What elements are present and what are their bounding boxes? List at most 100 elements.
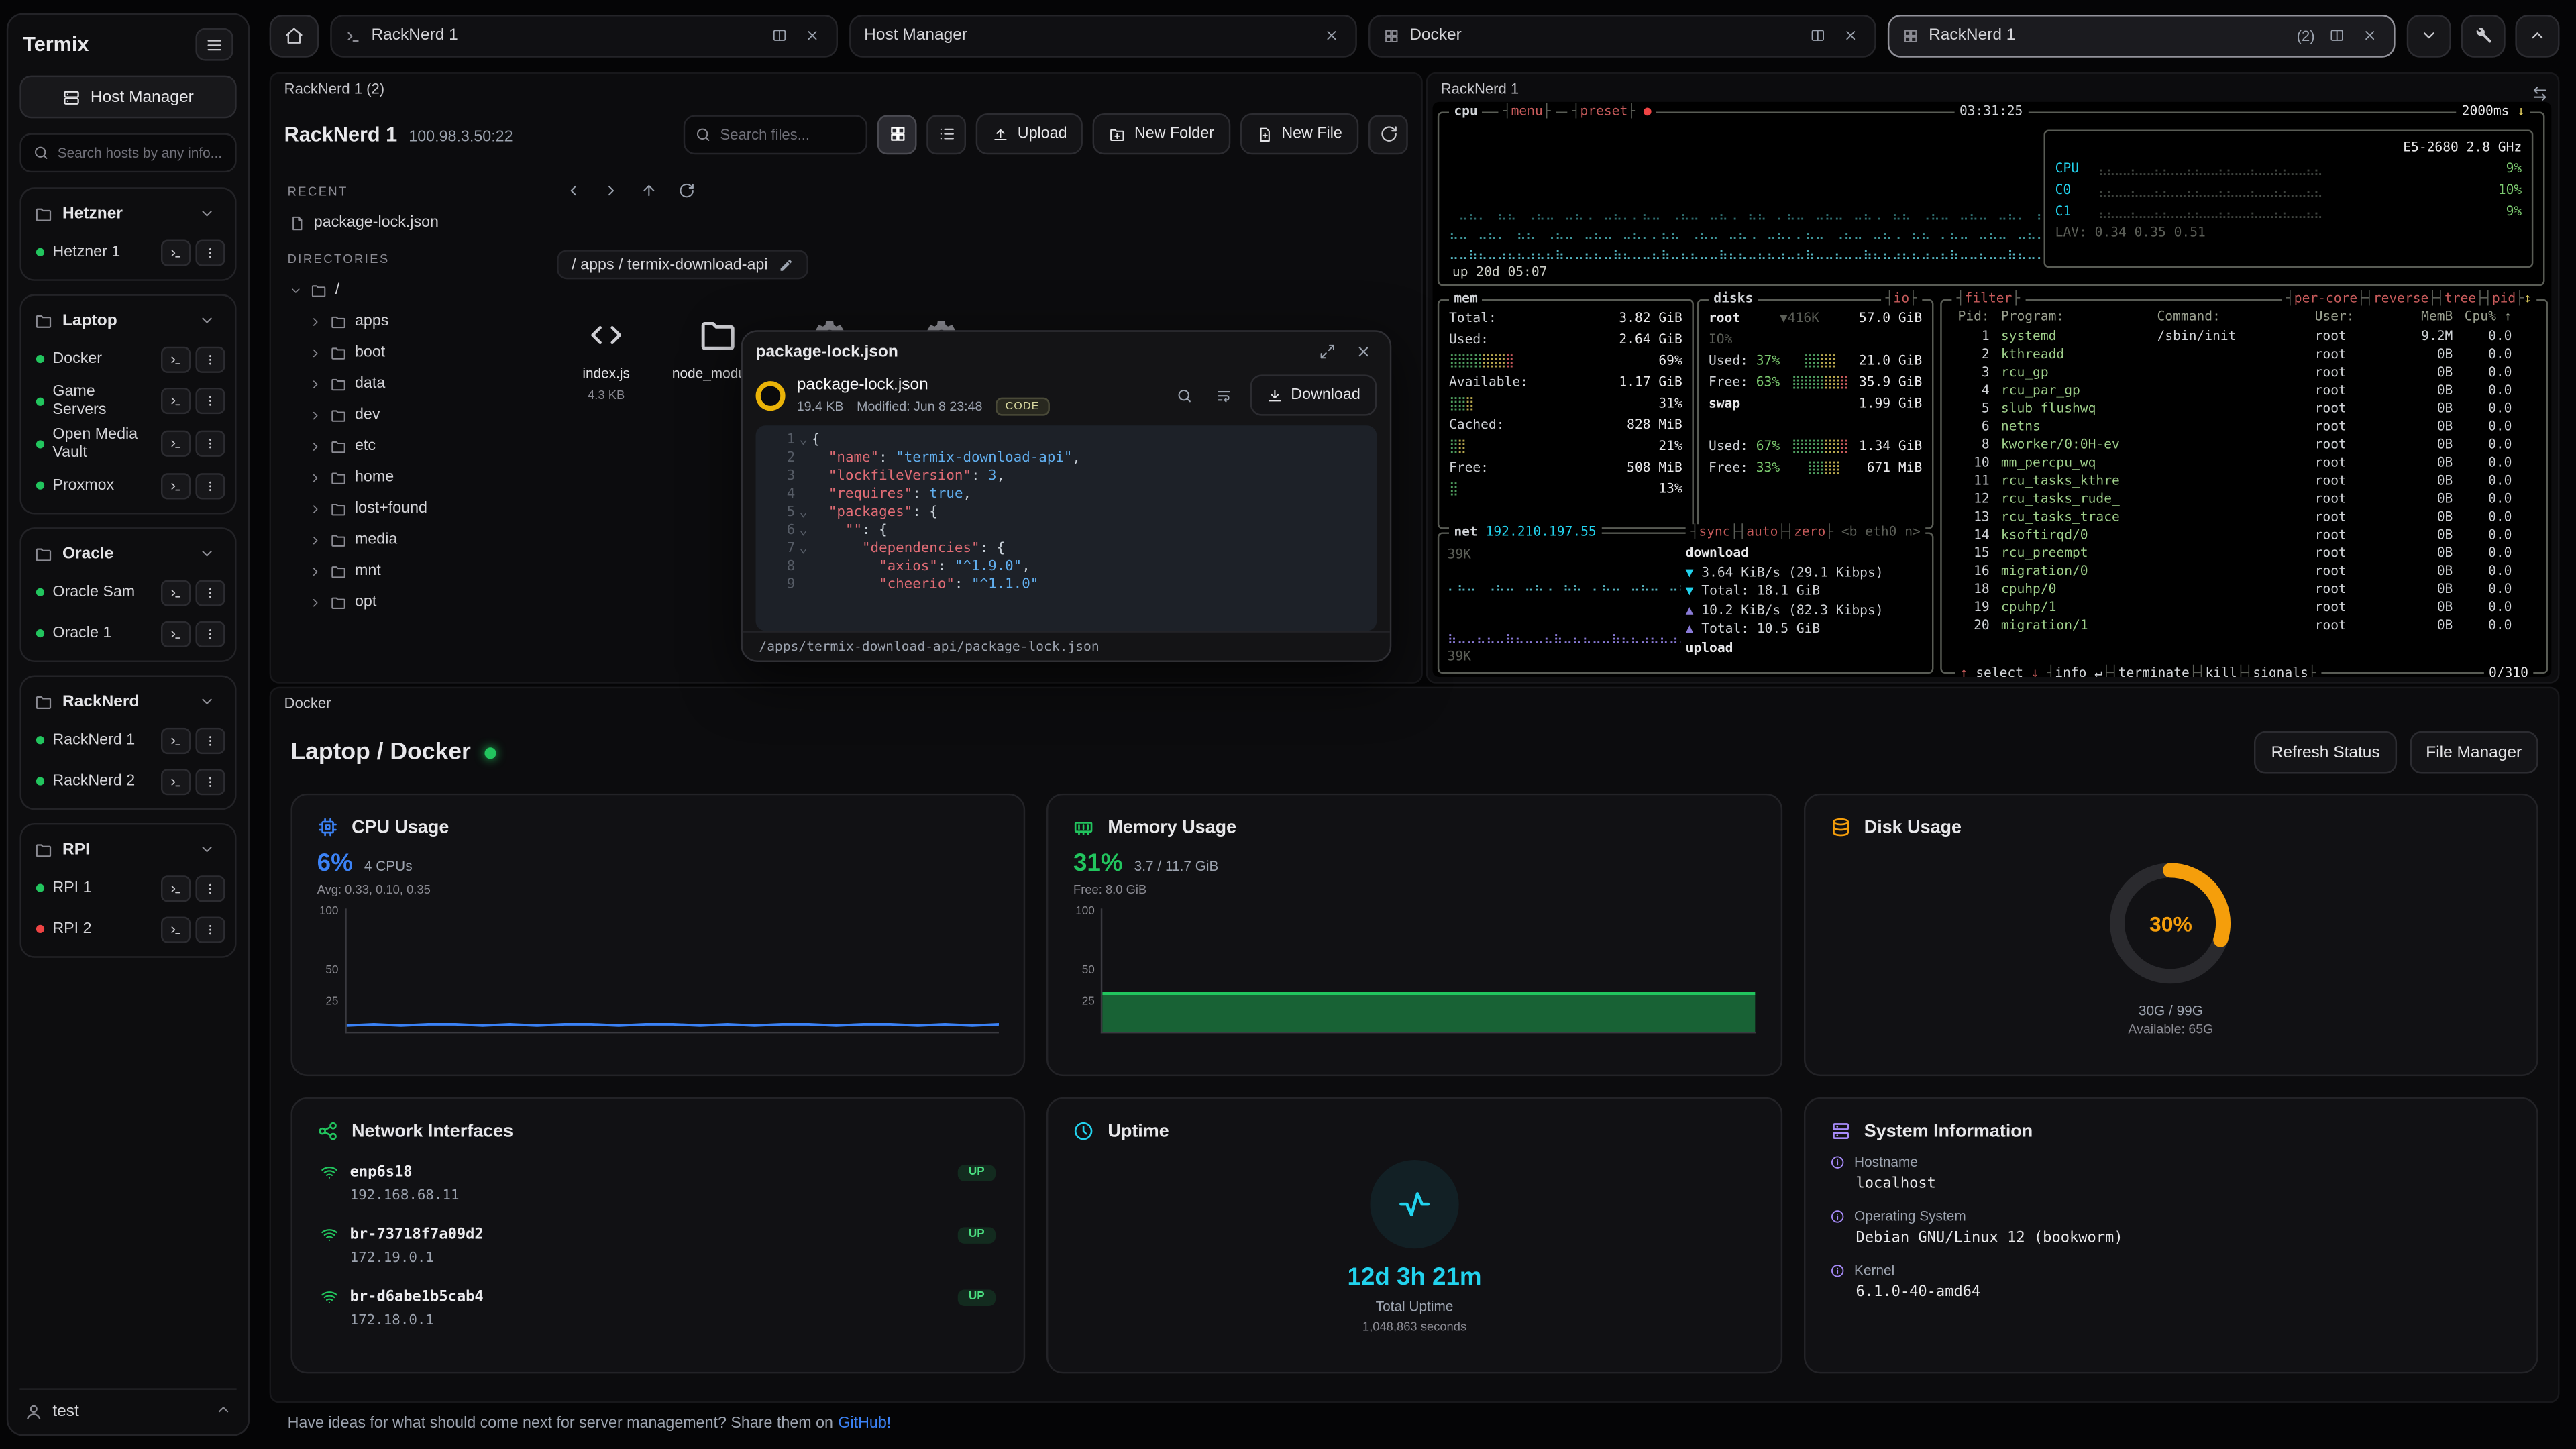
upload-button[interactable]: Upload [977, 113, 1083, 154]
file-search-input[interactable] [720, 125, 857, 142]
host-terminal-button[interactable] [161, 916, 191, 942]
list-view-button[interactable] [927, 114, 967, 154]
fm-refresh-button[interactable] [1368, 114, 1408, 154]
group-collapse-button[interactable] [193, 837, 222, 863]
host-search-input[interactable] [58, 145, 223, 161]
tree-item-dev[interactable]: dev [284, 399, 541, 431]
nav-forward-button[interactable] [595, 174, 628, 207]
group-header[interactable]: Oracle [28, 535, 229, 572]
tree-item-apps[interactable]: apps [284, 306, 541, 337]
group-collapse-button[interactable] [193, 541, 222, 567]
refresh-status-button[interactable]: Refresh Status [2255, 731, 2396, 774]
group-collapse-button[interactable] [193, 307, 222, 333]
host-item-rpi-2[interactable]: RPI 2 [28, 908, 229, 949]
tree-item-mnt[interactable]: mnt [284, 555, 541, 587]
host-terminal-button[interactable] [161, 620, 191, 646]
host-item-docker[interactable]: Docker [28, 338, 229, 379]
tab-racknerd-1[interactable]: RackNerd 1 (2) [1888, 14, 2396, 57]
tree-item-lost+found[interactable]: lost+found [284, 493, 541, 525]
group-header[interactable]: Hetzner [28, 195, 229, 231]
host-menu-button[interactable] [195, 727, 225, 753]
host-item-hetzner-1[interactable]: Hetzner 1 [28, 231, 229, 272]
split-view-button[interactable] [767, 24, 790, 47]
group-header[interactable]: RPI [28, 831, 229, 867]
tree-item-boot[interactable]: boot [284, 337, 541, 368]
tab-host-manager[interactable]: Host Manager [849, 14, 1357, 57]
host-menu-button[interactable] [195, 768, 225, 794]
tree-item-etc[interactable]: etc [284, 431, 541, 462]
group-collapse-button[interactable] [193, 201, 222, 227]
host-item-proxmox[interactable]: Proxmox [28, 465, 229, 506]
host-terminal-button[interactable] [161, 346, 191, 372]
tree-root[interactable]: / [284, 274, 541, 306]
user-menu-collapse-button[interactable] [215, 1401, 231, 1423]
host-terminal-button[interactable] [161, 388, 191, 414]
sidebar-menu-button[interactable] [195, 28, 233, 61]
host-terminal-button[interactable] [161, 431, 191, 457]
host-item-oracle-1[interactable]: Oracle 1 [28, 612, 229, 653]
recent-file-item[interactable]: package-lock.json [284, 207, 541, 239]
host-item-open-media-vault[interactable]: Open Media Vault [28, 422, 229, 465]
host-manager-button[interactable]: Host Manager [19, 76, 236, 119]
file-tile-index.js[interactable]: index.js 4.3 KB [557, 303, 655, 409]
host-terminal-button[interactable] [161, 768, 191, 794]
expand-button[interactable] [1313, 337, 1341, 366]
host-terminal-button[interactable] [161, 239, 191, 265]
download-button[interactable]: Download [1250, 374, 1377, 415]
host-menu-button[interactable] [195, 620, 225, 646]
new-folder-button[interactable]: New Folder [1093, 113, 1231, 154]
file-manager-button[interactable]: File Manager [2410, 731, 2538, 774]
tab-close-button[interactable] [1838, 24, 1861, 47]
kebab-icon [204, 394, 217, 408]
split-view-button[interactable] [1805, 24, 1828, 47]
host-menu-button[interactable] [195, 875, 225, 901]
home-button[interactable] [270, 14, 319, 57]
host-menu-button[interactable] [195, 346, 225, 372]
host-terminal-button[interactable] [161, 875, 191, 901]
tab-racknerd-1[interactable]: RackNerd 1 [330, 14, 838, 57]
nav-refresh-button[interactable] [670, 174, 703, 207]
host-menu-button[interactable] [195, 431, 225, 457]
host-item-racknerd-1[interactable]: RackNerd 1 [28, 720, 229, 761]
user-row[interactable]: test [19, 1388, 236, 1426]
modal-close-button[interactable] [1349, 337, 1377, 366]
host-item-racknerd-2[interactable]: RackNerd 2 [28, 761, 229, 802]
nav-up-button[interactable] [633, 174, 665, 207]
viewer-search-button[interactable] [1171, 381, 1199, 409]
edit-path-icon[interactable] [780, 257, 794, 272]
breadcrumb[interactable]: / apps / termix-download-api [557, 250, 809, 279]
admin-tools-button[interactable] [2461, 14, 2506, 57]
tab-list-button[interactable] [2407, 14, 2451, 57]
split-view-button[interactable] [2324, 24, 2347, 47]
tab-docker[interactable]: Docker [1368, 14, 1876, 57]
terminal-screen[interactable]: cpu ┤menu├ ┤preset├ ● 03:31:25 2000ms ↓ … [1433, 102, 2552, 677]
github-link[interactable]: GitHub! [838, 1413, 891, 1432]
tree-item-home[interactable]: home [284, 462, 541, 493]
host-terminal-button[interactable] [161, 472, 191, 498]
host-menu-button[interactable] [195, 916, 225, 942]
group-collapse-button[interactable] [193, 688, 222, 714]
tree-item-opt[interactable]: opt [284, 586, 541, 618]
host-menu-button[interactable] [195, 239, 225, 265]
sidebar-header: Termix [23, 28, 233, 61]
new-file-button[interactable]: New File [1240, 113, 1358, 154]
viewer-wrap-button[interactable] [1210, 381, 1238, 409]
collapse-header-button[interactable] [2515, 14, 2559, 57]
tree-item-media[interactable]: media [284, 524, 541, 555]
group-header[interactable]: RackNerd [28, 684, 229, 720]
host-menu-button[interactable] [195, 388, 225, 414]
host-item-rpi-1[interactable]: RPI 1 [28, 867, 229, 908]
tab-close-button[interactable] [800, 24, 823, 47]
tab-close-button[interactable] [2357, 24, 2380, 47]
host-terminal-button[interactable] [161, 579, 191, 605]
group-header[interactable]: Laptop [28, 303, 229, 339]
host-menu-button[interactable] [195, 472, 225, 498]
host-terminal-button[interactable] [161, 727, 191, 753]
host-item-game-servers[interactable]: Game Servers [28, 380, 229, 423]
tab-close-button[interactable] [1320, 24, 1342, 47]
host-item-oracle-sam[interactable]: Oracle Sam [28, 572, 229, 612]
tree-item-data[interactable]: data [284, 368, 541, 400]
grid-view-button[interactable] [878, 114, 918, 154]
nav-back-button[interactable] [557, 174, 590, 207]
host-menu-button[interactable] [195, 579, 225, 605]
